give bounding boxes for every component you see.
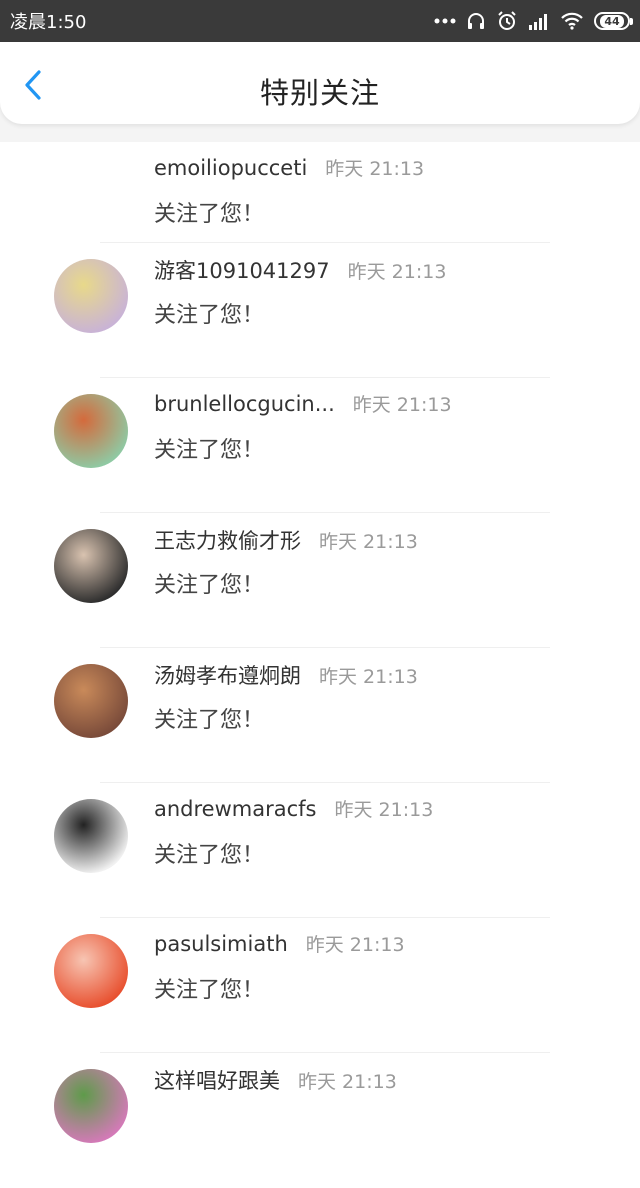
list-item[interactable]: 汤姆孝布遵炯朗 昨天 21:13 关注了您！ xyxy=(0,648,640,783)
battery-level: 44 xyxy=(600,14,624,28)
timestamp: 昨天 21:13 xyxy=(298,1071,397,1093)
signal-icon xyxy=(528,12,550,30)
follow-message: 关注了您！ xyxy=(154,202,265,227)
more-dots-icon xyxy=(434,18,456,24)
list-item[interactable]: pasulsimiath 昨天 21:13 关注了您！ xyxy=(0,918,640,1053)
avatar[interactable] xyxy=(54,259,128,333)
wifi-icon xyxy=(560,12,584,30)
list-item[interactable]: 王志力救偷才形 昨天 21:13 关注了您！ xyxy=(0,513,640,648)
user-name[interactable]: brunlellocgucin... xyxy=(154,392,335,416)
user-name[interactable]: pasulsimiath xyxy=(154,932,288,956)
item-meta: brunlellocgucin... 昨天 21:13 xyxy=(154,390,452,417)
avatar[interactable] xyxy=(54,394,128,468)
follow-message: 关注了您！ xyxy=(154,438,265,463)
item-meta: 这样唱好跟美 昨天 21:13 xyxy=(154,1065,397,1095)
list-item[interactable]: 这样唱好跟美 昨天 21:13 xyxy=(0,1053,640,1188)
follow-list: emoilio­pucceti 昨天 21:13 关注了您！ 游客1091041297… xyxy=(0,142,640,1188)
follow-message: 关注了您！ xyxy=(154,708,265,733)
item-meta: 王志力救偷才形 昨天 21:13 xyxy=(154,525,418,555)
item-meta: emoilio­pucceti 昨天 21:13 xyxy=(154,154,424,181)
list-item[interactable]: emoilio­pucceti 昨天 21:13 关注了您！ xyxy=(0,142,640,243)
user-name[interactable]: emoilio­pucceti xyxy=(154,156,307,180)
item-meta: andrewmaracfs 昨天 21:13 xyxy=(154,795,433,822)
user-name[interactable]: 这样唱好跟美 xyxy=(154,1065,280,1095)
page-title: 特别关注 xyxy=(259,76,380,110)
user-name[interactable]: 汤姆孝布遵炯朗 xyxy=(154,660,301,690)
follow-message: 关注了您！ xyxy=(154,843,265,868)
avatar[interactable] xyxy=(54,664,128,738)
timestamp: 昨天 21:13 xyxy=(334,799,434,821)
avatar[interactable] xyxy=(54,1069,128,1143)
item-meta: 游客1091041297 昨天 21:13 xyxy=(154,255,446,285)
headset-icon xyxy=(466,11,486,31)
timestamp: 昨天 21:13 xyxy=(325,158,425,180)
avatar[interactable] xyxy=(54,934,128,1008)
alarm-icon xyxy=(496,10,518,32)
item-meta: 汤姆孝布遵炯朗 昨天 21:13 xyxy=(154,660,418,690)
item-meta: pasulsimiath 昨天 21:13 xyxy=(154,930,405,957)
avatar[interactable] xyxy=(54,529,128,603)
header: 特别关注 xyxy=(0,42,640,142)
user-name[interactable]: 王志力救偷才形 xyxy=(154,525,301,555)
follow-message: 关注了您！ xyxy=(154,978,265,1003)
follow-message: 关注了您！ xyxy=(154,303,265,328)
status-icons: 44 xyxy=(434,10,633,32)
list-item[interactable]: 游客1091041297 昨天 21:13 关注了您！ xyxy=(0,243,640,378)
header-card: 特别关注 xyxy=(0,42,640,124)
status-time: 凌晨1:50 xyxy=(10,12,87,33)
timestamp: 昨天 21:13 xyxy=(319,531,418,553)
timestamp: 昨天 21:13 xyxy=(347,261,447,283)
list-item[interactable]: andrewmaracfs 昨天 21:13 关注了您！ xyxy=(0,783,640,918)
timestamp: 昨天 21:13 xyxy=(305,934,405,956)
user-name[interactable]: 游客1091041297 xyxy=(154,255,330,285)
user-name[interactable]: andrewmaracfs xyxy=(154,797,316,821)
status-bar: 凌晨1:50 44 xyxy=(0,0,640,42)
battery-icon: 44 xyxy=(594,12,633,30)
avatar[interactable] xyxy=(54,799,128,873)
follow-message: 关注了您！ xyxy=(154,573,265,598)
timestamp: 昨天 21:13 xyxy=(352,394,452,416)
timestamp: 昨天 21:13 xyxy=(319,666,418,688)
list-item[interactable]: brunlellocgucin... 昨天 21:13 关注了您！ xyxy=(0,378,640,513)
